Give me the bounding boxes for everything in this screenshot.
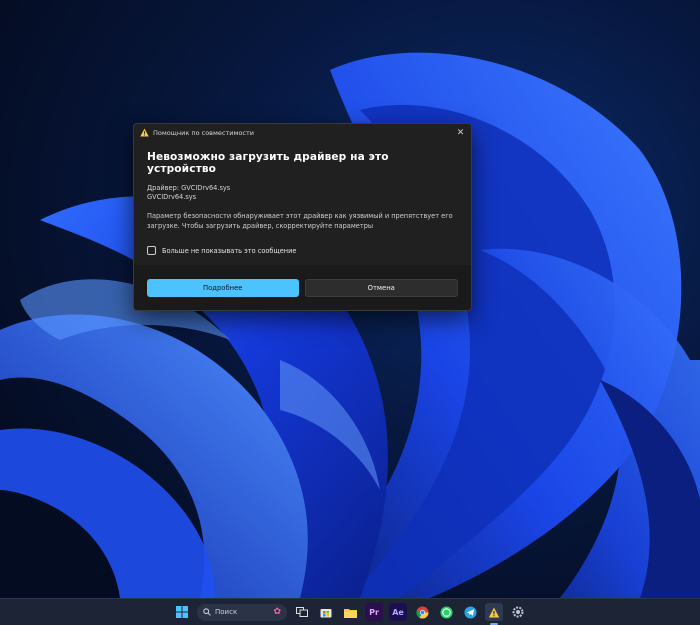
cancel-button[interactable]: Отмена [304,278,458,297]
warning-icon-taskbar[interactable] [485,603,503,625]
file-line: GVCIDrv64.sys [147,193,197,201]
driver-line: Драйвер: GVCIDrv64.sys [147,184,231,192]
dont-show-again-row[interactable]: Больше не показывать это сообщение [147,246,458,256]
dont-show-again-checkbox[interactable] [147,246,156,256]
settings-icon[interactable] [509,603,527,621]
compatibility-dialog: Помощник по совместимости ✕ Невозможно з… [133,123,472,311]
after-effects-icon[interactable]: Ae [389,603,407,621]
close-button[interactable]: ✕ [454,126,467,139]
premiere-pro-icon[interactable]: Pr [365,603,383,621]
dont-show-again-label[interactable]: Больше не показывать это сообщение [162,247,296,255]
taskbar-search[interactable]: Поиск ✿ [197,603,287,621]
warning-icon [140,128,149,137]
file-explorer-icon[interactable] [341,603,359,621]
task-view-icon[interactable] [293,603,311,621]
details-button[interactable]: Подробнее [147,278,299,297]
close-icon: ✕ [456,127,465,138]
microsoft-store-icon[interactable] [317,603,335,621]
dialog-footer: Подробнее Отмена [134,265,471,310]
search-icon [203,608,211,616]
dialog-heading: Невозможно загрузить драйвер на это устр… [147,151,389,175]
dialog-content: Невозможно загрузить драйвер на это устр… [134,141,471,256]
search-highlight-icon: ✿ [273,607,281,617]
dialog-titlebar: Помощник по совместимости ✕ [134,124,471,141]
windows-start-icon[interactable] [173,603,191,621]
window-title: Помощник по совместимости [153,128,254,137]
whatsapp-icon[interactable] [437,603,455,621]
taskbar: Поиск ✿ Pr Ae [0,598,700,625]
search-placeholder: Поиск [215,608,238,616]
chrome-icon[interactable] [413,603,431,621]
dialog-description: Параметр безопасности обнаруживает этот … [147,212,453,230]
telegram-icon[interactable] [461,603,479,621]
